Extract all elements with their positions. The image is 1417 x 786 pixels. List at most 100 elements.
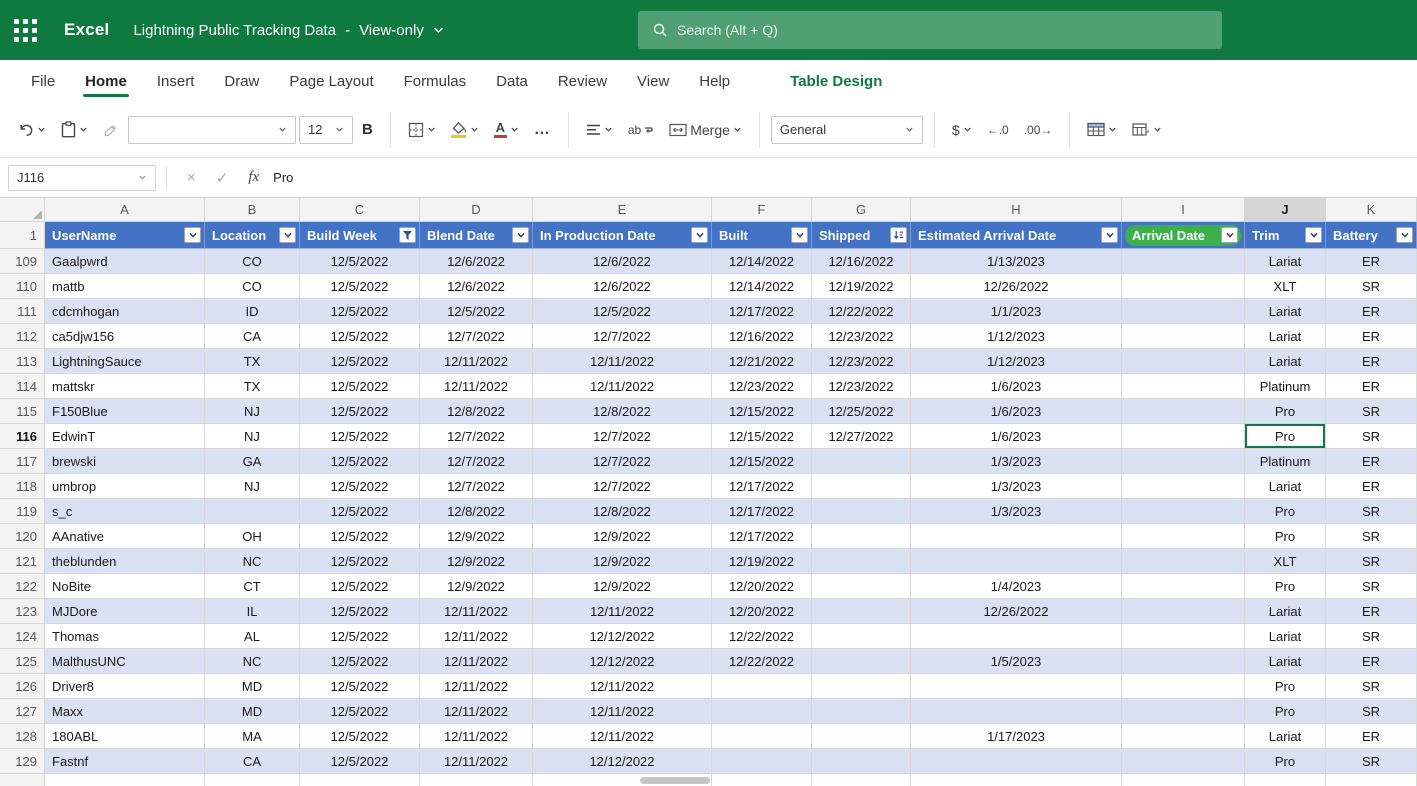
cell-I129[interactable] xyxy=(1122,749,1245,774)
cell-A128[interactable]: 180ABL xyxy=(45,724,205,749)
cell-C116[interactable]: 12/5/2022 xyxy=(300,424,420,449)
cell-I115[interactable] xyxy=(1122,399,1245,424)
cell-I128[interactable] xyxy=(1122,724,1245,749)
cell-E110[interactable]: 12/6/2022 xyxy=(533,274,712,299)
cell-H126[interactable] xyxy=(911,674,1122,699)
filter-dropdown-button-in-production-date[interactable] xyxy=(691,227,708,243)
table-header-built[interactable]: Built xyxy=(712,222,812,249)
cell-B110[interactable]: CO xyxy=(205,274,300,299)
table-header-estimated-arrival-date[interactable]: Estimated Arrival Date xyxy=(911,222,1122,249)
cell-H119[interactable]: 1/3/2023 xyxy=(911,499,1122,524)
cell-I119[interactable] xyxy=(1122,499,1245,524)
cell-I110[interactable] xyxy=(1122,274,1245,299)
cell-B115[interactable]: NJ xyxy=(205,399,300,424)
cell-H-partial[interactable] xyxy=(911,774,1122,786)
row-header-111[interactable]: 111 xyxy=(0,299,45,324)
cell-K118[interactable]: ER xyxy=(1326,474,1417,499)
cell-E129[interactable]: 12/12/2022 xyxy=(533,749,712,774)
cell-J109[interactable]: Lariat xyxy=(1245,249,1326,274)
cell-E124[interactable]: 12/12/2022 xyxy=(533,624,712,649)
cell-B119[interactable] xyxy=(205,499,300,524)
cell-K113[interactable]: ER xyxy=(1326,349,1417,374)
cell-D126[interactable]: 12/11/2022 xyxy=(420,674,533,699)
cell-E119[interactable]: 12/8/2022 xyxy=(533,499,712,524)
cell-J114[interactable]: Platinum xyxy=(1245,374,1326,399)
cell-F127[interactable] xyxy=(712,699,812,724)
cell-K119[interactable]: SR xyxy=(1326,499,1417,524)
row-header-115[interactable]: 115 xyxy=(0,399,45,424)
cell-D122[interactable]: 12/9/2022 xyxy=(420,574,533,599)
cell-J118[interactable]: Lariat xyxy=(1245,474,1326,499)
cell-I118[interactable] xyxy=(1122,474,1245,499)
cell-G109[interactable]: 12/16/2022 xyxy=(812,249,911,274)
cell-E123[interactable]: 12/11/2022 xyxy=(533,599,712,624)
cell-B111[interactable]: ID xyxy=(205,299,300,324)
tab-review[interactable]: Review xyxy=(543,60,622,102)
cell-E126[interactable]: 12/11/2022 xyxy=(533,674,712,699)
row-header-128[interactable]: 128 xyxy=(0,724,45,749)
cell-A122[interactable]: NoBite xyxy=(45,574,205,599)
cell-G116[interactable]: 12/27/2022 xyxy=(812,424,911,449)
cell-K114[interactable]: ER xyxy=(1326,374,1417,399)
cell-J112[interactable]: Lariat xyxy=(1245,324,1326,349)
cell-B-partial[interactable] xyxy=(205,774,300,786)
cell-F109[interactable]: 12/14/2022 xyxy=(712,249,812,274)
filter-dropdown-button-arrival-date[interactable] xyxy=(1221,227,1238,243)
cell-H118[interactable]: 1/3/2023 xyxy=(911,474,1122,499)
tab-draw[interactable]: Draw xyxy=(209,60,274,102)
cell-I116[interactable] xyxy=(1122,424,1245,449)
tab-table-design[interactable]: Table Design xyxy=(775,60,897,102)
cell-H125[interactable]: 1/5/2023 xyxy=(911,649,1122,674)
cell-D113[interactable]: 12/11/2022 xyxy=(420,349,533,374)
cell-J126[interactable]: Pro xyxy=(1245,674,1326,699)
filter-dropdown-button-trim[interactable] xyxy=(1305,227,1322,243)
insert-function-icon[interactable]: fx xyxy=(238,169,269,186)
cell-F113[interactable]: 12/21/2022 xyxy=(712,349,812,374)
cell-B121[interactable]: NC xyxy=(205,549,300,574)
cell-G123[interactable] xyxy=(812,599,911,624)
cell-C121[interactable]: 12/5/2022 xyxy=(300,549,420,574)
cell-A119[interactable]: s_c xyxy=(45,499,205,524)
cell-E117[interactable]: 12/7/2022 xyxy=(533,449,712,474)
cell-A121[interactable]: theblunden xyxy=(45,549,205,574)
formula-content[interactable]: Pro xyxy=(273,170,293,185)
cell-C117[interactable]: 12/5/2022 xyxy=(300,449,420,474)
cell-F129[interactable] xyxy=(712,749,812,774)
cell-G117[interactable] xyxy=(812,449,911,474)
cell-C111[interactable]: 12/5/2022 xyxy=(300,299,420,324)
row-header-120[interactable]: 120 xyxy=(0,524,45,549)
column-header-J[interactable]: J xyxy=(1245,198,1326,222)
cell-B116[interactable]: NJ xyxy=(205,424,300,449)
cell-B114[interactable]: TX xyxy=(205,374,300,399)
cell-E120[interactable]: 12/9/2022 xyxy=(533,524,712,549)
cell-D120[interactable]: 12/9/2022 xyxy=(420,524,533,549)
cell-E116[interactable]: 12/7/2022 xyxy=(533,424,712,449)
cell-K121[interactable]: SR xyxy=(1326,549,1417,574)
cell-C119[interactable]: 12/5/2022 xyxy=(300,499,420,524)
tab-view[interactable]: View xyxy=(622,60,684,102)
cell-K123[interactable]: ER xyxy=(1326,599,1417,624)
cell-A124[interactable]: Thomas xyxy=(45,624,205,649)
column-header-F[interactable]: F xyxy=(712,198,812,222)
cell-F112[interactable]: 12/16/2022 xyxy=(712,324,812,349)
cell-C126[interactable]: 12/5/2022 xyxy=(300,674,420,699)
cell-A-partial[interactable] xyxy=(45,774,205,786)
cell-I112[interactable] xyxy=(1122,324,1245,349)
cell-J115[interactable]: Pro xyxy=(1245,399,1326,424)
cell-A123[interactable]: MJDore xyxy=(45,599,205,624)
cell-F114[interactable]: 12/23/2022 xyxy=(712,374,812,399)
table-header-trim[interactable]: Trim xyxy=(1245,222,1326,249)
cell-C-partial[interactable] xyxy=(300,774,420,786)
column-header-H[interactable]: H xyxy=(911,198,1122,222)
more-font-options-button[interactable]: … xyxy=(528,114,557,146)
cell-F122[interactable]: 12/20/2022 xyxy=(712,574,812,599)
cell-H115[interactable]: 1/6/2023 xyxy=(911,399,1122,424)
cell-E114[interactable]: 12/11/2022 xyxy=(533,374,712,399)
cell-F123[interactable]: 12/20/2022 xyxy=(712,599,812,624)
cell-C109[interactable]: 12/5/2022 xyxy=(300,249,420,274)
cell-B112[interactable]: CA xyxy=(205,324,300,349)
sort-button-shipped[interactable] xyxy=(890,227,907,243)
cell-J113[interactable]: Lariat xyxy=(1245,349,1326,374)
cell-K116[interactable]: SR xyxy=(1326,424,1417,449)
cell-D112[interactable]: 12/7/2022 xyxy=(420,324,533,349)
